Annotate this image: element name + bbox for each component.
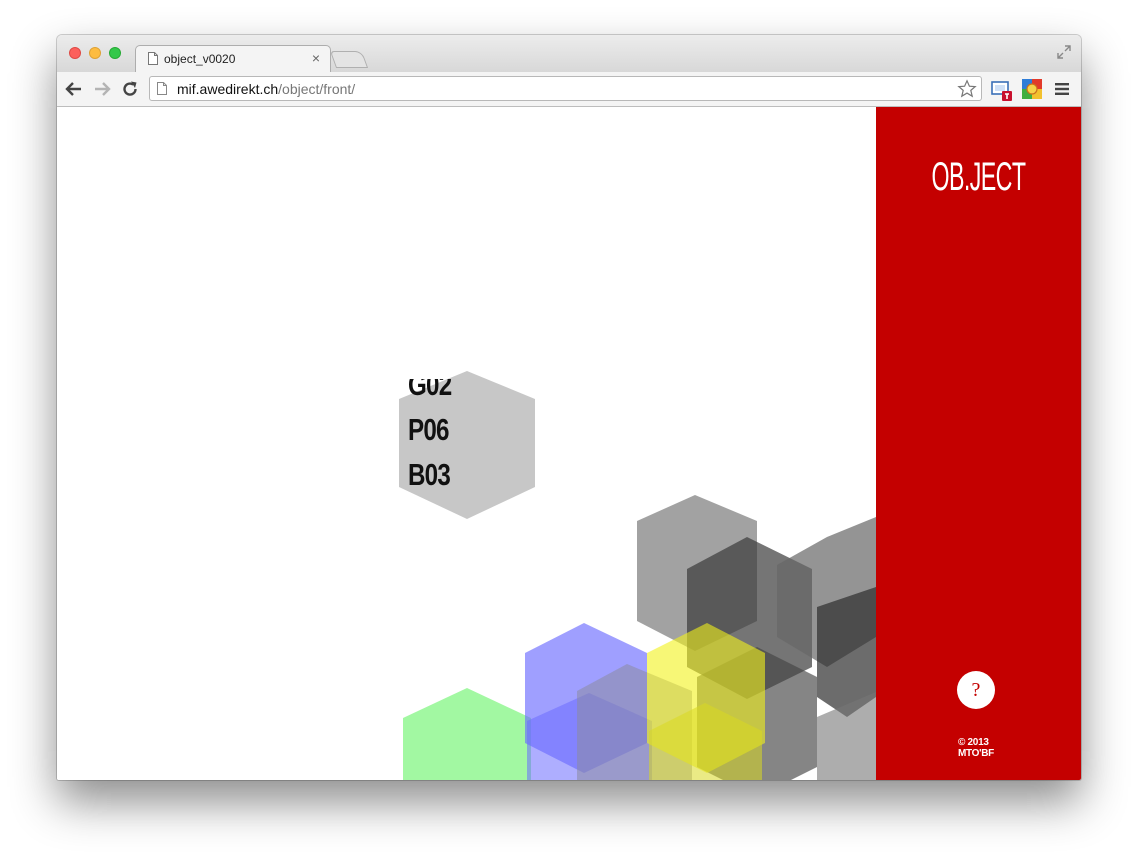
- window-zoom-button[interactable]: [109, 47, 121, 59]
- new-tab-button[interactable]: [329, 51, 369, 68]
- address-bar[interactable]: mif.awedirekt.ch/object/front/: [149, 76, 982, 101]
- fullscreen-icon[interactable]: [1057, 45, 1071, 59]
- url-path: /object/front/: [278, 81, 356, 97]
- screen-capture-extension-icon[interactable]: [991, 79, 1013, 101]
- object-code: G02: [408, 379, 452, 402]
- title-bar: object_v0020 ×: [57, 35, 1081, 72]
- green-hexagon: [403, 688, 531, 780]
- browser-toolbar: mif.awedirekt.ch/object/front/: [57, 72, 1081, 107]
- tab-title: object_v0020: [164, 52, 236, 66]
- page-icon: [157, 82, 167, 95]
- bookmark-star-icon[interactable]: [957, 79, 977, 99]
- copyright: © 2013 MTO'BF: [958, 737, 994, 759]
- url-text[interactable]: mif.awedirekt.ch/object/front/: [177, 81, 355, 97]
- browser-window: object_v0020 × mif.awedirekt.ch/object/f…: [57, 35, 1081, 780]
- help-button[interactable]: ?: [957, 671, 995, 709]
- url-host: mif.awedirekt.ch: [177, 81, 279, 97]
- reload-icon[interactable]: [121, 80, 139, 98]
- hexagon-artwork: G02 P06 B03: [57, 107, 876, 780]
- window-close-button[interactable]: [69, 47, 81, 59]
- document-icon: [148, 52, 158, 65]
- color-picker-extension-icon[interactable]: [1022, 79, 1042, 99]
- object-code: P06: [408, 412, 449, 447]
- back-arrow-icon[interactable]: [65, 80, 83, 98]
- window-minimize-button[interactable]: [89, 47, 101, 59]
- browser-tab[interactable]: object_v0020 ×: [135, 45, 331, 72]
- copyright-author: MTO'BF: [958, 748, 994, 759]
- red-sidebar: OB.JECT ? © 2013 MTO'BF: [876, 107, 1081, 780]
- menu-icon[interactable]: [1055, 82, 1069, 96]
- page-content: G02 P06 B03 OB.JECT ? © 2013 MTO'BF: [57, 107, 1081, 780]
- object-code-list[interactable]: G02 P06 B03: [408, 379, 518, 487]
- copyright-year: © 2013: [958, 737, 989, 748]
- tab-close-icon[interactable]: ×: [312, 50, 320, 66]
- site-logo[interactable]: OB.JECT: [919, 155, 1038, 200]
- forward-arrow-icon[interactable]: [93, 80, 111, 98]
- dark-hexagon-corner: [817, 692, 876, 780]
- object-code: B03: [408, 457, 451, 487]
